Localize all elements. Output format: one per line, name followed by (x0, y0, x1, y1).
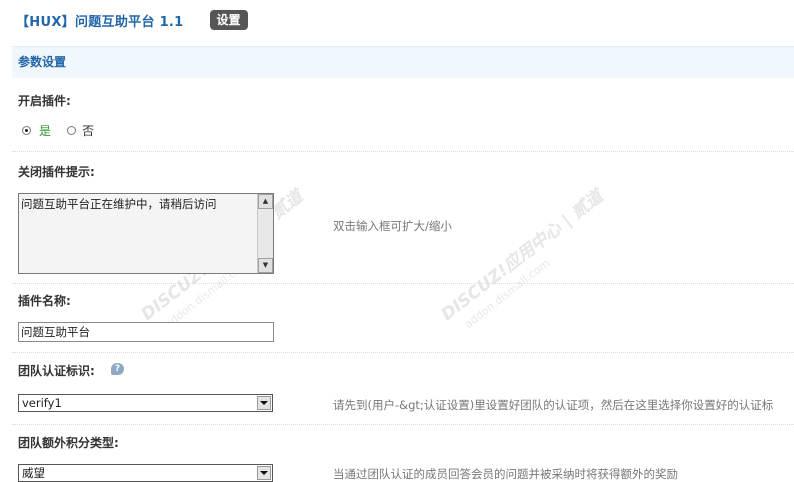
enable-radio-group: 是 否 (22, 122, 94, 139)
enable-yes-radio[interactable] (22, 126, 31, 135)
plugin-name-input[interactable]: 问题互助平台 (18, 322, 274, 342)
divider (12, 352, 794, 353)
team-verify-value: verify1 (22, 396, 62, 410)
watermark-brand-right: DISCUZ!应用中心 | 贰道 (437, 186, 607, 325)
team-credit-select[interactable]: 威望 (18, 464, 273, 482)
team-verify-select[interactable]: verify1 (18, 394, 273, 412)
enable-label: 开启插件: (18, 94, 71, 108)
page-title: 【HUX】问题互助平台 1.1 (16, 14, 184, 30)
enable-no-radio[interactable] (67, 126, 77, 135)
team-credit-value: 威望 (22, 466, 45, 480)
help-bubble-icon[interactable]: ? (111, 363, 124, 375)
team-verify-hint: 请先到(用户-&gt;认证设置)里设置好团队的认证项，然后在这里选择你设置好的认… (333, 398, 774, 412)
team-credit-label: 团队额外积分类型: (18, 436, 119, 450)
close-tip-textarea[interactable]: 问题互助平台正在维护中，请稍后访问 ▲ ▼ (18, 193, 274, 274)
header: 【HUX】问题互助平台 1.1 设置 (16, 9, 248, 31)
scroll-down-icon[interactable]: ▼ (258, 258, 273, 273)
section-title: 参数设置 (12, 46, 794, 78)
close-tip-hint: 双击输入框可扩大/缩小 (333, 219, 452, 233)
chevron-down-icon[interactable] (257, 466, 271, 480)
enable-yes-label[interactable]: 是 (39, 122, 51, 139)
enable-no-label[interactable]: 否 (82, 122, 94, 139)
textarea-scrollbar[interactable]: ▲ ▼ (257, 194, 273, 273)
chevron-down-icon[interactable] (257, 396, 271, 410)
plugin-name-label: 插件名称: (18, 294, 71, 308)
watermark-url-right: addon.dismall.com (461, 256, 553, 331)
divider (12, 424, 794, 425)
close-tip-text: 问题互助平台正在维护中，请稍后访问 (21, 197, 217, 211)
divider (12, 151, 794, 152)
tab-settings[interactable]: 设置 (209, 10, 248, 30)
team-verify-label: 团队认证标识: (18, 364, 95, 378)
divider (12, 283, 794, 284)
scroll-up-icon[interactable]: ▲ (258, 194, 273, 209)
close-tip-label: 关闭插件提示: (18, 165, 95, 179)
